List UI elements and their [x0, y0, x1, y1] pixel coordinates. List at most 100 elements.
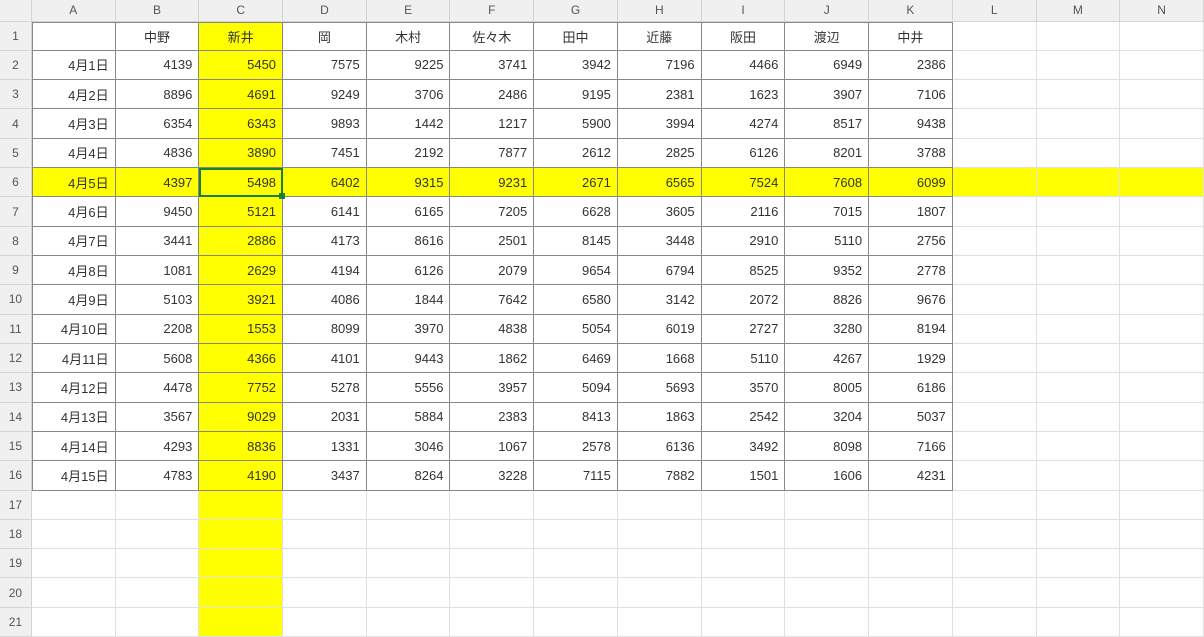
- cell-E4[interactable]: 1442: [367, 109, 451, 138]
- cell-C6[interactable]: 5498: [199, 168, 283, 197]
- cell-H21[interactable]: [618, 608, 702, 637]
- cell-J1[interactable]: 渡辺: [785, 22, 869, 51]
- cell-N15[interactable]: [1120, 432, 1204, 461]
- cell-E7[interactable]: 6165: [367, 197, 451, 226]
- column-header-G[interactable]: G: [534, 0, 618, 22]
- cell-A5[interactable]: 4月4日: [32, 139, 116, 168]
- cell-A7[interactable]: 4月6日: [32, 197, 116, 226]
- cell-M7[interactable]: [1037, 197, 1121, 226]
- cell-B13[interactable]: 4478: [116, 373, 200, 402]
- cell-F2[interactable]: 3741: [450, 51, 534, 80]
- cell-D6[interactable]: 6402: [283, 168, 367, 197]
- cell-L1[interactable]: [953, 22, 1037, 51]
- cell-B17[interactable]: [116, 491, 200, 520]
- cell-F11[interactable]: 4838: [450, 315, 534, 344]
- cell-A6[interactable]: 4月5日: [32, 168, 116, 197]
- column-header-C[interactable]: C: [199, 0, 283, 22]
- cell-H15[interactable]: 6136: [618, 432, 702, 461]
- row-header-16[interactable]: 16: [0, 461, 32, 490]
- cell-F4[interactable]: 1217: [450, 109, 534, 138]
- cell-I6[interactable]: 7524: [702, 168, 786, 197]
- cell-G19[interactable]: [534, 549, 618, 578]
- cell-E12[interactable]: 9443: [367, 344, 451, 373]
- cell-C9[interactable]: 2629: [199, 256, 283, 285]
- cell-J5[interactable]: 8201: [785, 139, 869, 168]
- cell-I9[interactable]: 8525: [702, 256, 786, 285]
- cell-E19[interactable]: [367, 549, 451, 578]
- cell-D10[interactable]: 4086: [283, 285, 367, 314]
- cell-K4[interactable]: 9438: [869, 109, 953, 138]
- cell-C2[interactable]: 5450: [199, 51, 283, 80]
- row-header-18[interactable]: 18: [0, 520, 32, 549]
- cell-L12[interactable]: [953, 344, 1037, 373]
- cell-B18[interactable]: [116, 520, 200, 549]
- row-header-17[interactable]: 17: [0, 491, 32, 520]
- cell-G1[interactable]: 田中: [534, 22, 618, 51]
- cell-N17[interactable]: [1120, 491, 1204, 520]
- cell-E10[interactable]: 1844: [367, 285, 451, 314]
- cell-K13[interactable]: 6186: [869, 373, 953, 402]
- cell-M11[interactable]: [1037, 315, 1121, 344]
- cell-I19[interactable]: [702, 549, 786, 578]
- cell-J13[interactable]: 8005: [785, 373, 869, 402]
- cell-N2[interactable]: [1120, 51, 1204, 80]
- cell-F9[interactable]: 2079: [450, 256, 534, 285]
- cell-G17[interactable]: [534, 491, 618, 520]
- cell-A2[interactable]: 4月1日: [32, 51, 116, 80]
- cell-A11[interactable]: 4月10日: [32, 315, 116, 344]
- cell-C1[interactable]: 新井: [199, 22, 283, 51]
- cell-E15[interactable]: 3046: [367, 432, 451, 461]
- cell-B3[interactable]: 8896: [116, 80, 200, 109]
- cell-M20[interactable]: [1037, 578, 1121, 607]
- cell-J12[interactable]: 4267: [785, 344, 869, 373]
- cell-G12[interactable]: 6469: [534, 344, 618, 373]
- row-header-11[interactable]: 11: [0, 315, 32, 344]
- cell-H12[interactable]: 1668: [618, 344, 702, 373]
- cell-A4[interactable]: 4月3日: [32, 109, 116, 138]
- cell-E14[interactable]: 5884: [367, 403, 451, 432]
- column-header-J[interactable]: J: [785, 0, 869, 22]
- cell-B15[interactable]: 4293: [116, 432, 200, 461]
- cell-H6[interactable]: 6565: [618, 168, 702, 197]
- cell-L19[interactable]: [953, 549, 1037, 578]
- cell-I1[interactable]: 阪田: [702, 22, 786, 51]
- cell-J21[interactable]: [785, 608, 869, 637]
- cell-G5[interactable]: 2612: [534, 139, 618, 168]
- cell-G14[interactable]: 8413: [534, 403, 618, 432]
- row-header-19[interactable]: 19: [0, 549, 32, 578]
- cell-C4[interactable]: 6343: [199, 109, 283, 138]
- cell-E8[interactable]: 8616: [367, 227, 451, 256]
- row-header-4[interactable]: 4: [0, 109, 32, 138]
- cell-C15[interactable]: 8836: [199, 432, 283, 461]
- cell-E21[interactable]: [367, 608, 451, 637]
- cell-B1[interactable]: 中野: [116, 22, 200, 51]
- cell-C16[interactable]: 4190: [199, 461, 283, 490]
- cell-J18[interactable]: [785, 520, 869, 549]
- column-header-M[interactable]: M: [1037, 0, 1121, 22]
- cell-H9[interactable]: 6794: [618, 256, 702, 285]
- cell-H19[interactable]: [618, 549, 702, 578]
- cell-I21[interactable]: [702, 608, 786, 637]
- cell-J2[interactable]: 6949: [785, 51, 869, 80]
- cell-C20[interactable]: [199, 578, 283, 607]
- cell-J10[interactable]: 8826: [785, 285, 869, 314]
- select-all-corner[interactable]: [0, 0, 32, 22]
- cell-F21[interactable]: [450, 608, 534, 637]
- column-header-D[interactable]: D: [283, 0, 367, 22]
- cell-I20[interactable]: [702, 578, 786, 607]
- cell-M2[interactable]: [1037, 51, 1121, 80]
- cell-I5[interactable]: 6126: [702, 139, 786, 168]
- cell-C19[interactable]: [199, 549, 283, 578]
- cell-K11[interactable]: 8194: [869, 315, 953, 344]
- cell-D11[interactable]: 8099: [283, 315, 367, 344]
- cell-H18[interactable]: [618, 520, 702, 549]
- cell-A3[interactable]: 4月2日: [32, 80, 116, 109]
- cell-L6[interactable]: [953, 168, 1037, 197]
- column-header-L[interactable]: L: [953, 0, 1037, 22]
- cell-M18[interactable]: [1037, 520, 1121, 549]
- cell-A13[interactable]: 4月12日: [32, 373, 116, 402]
- cell-F15[interactable]: 1067: [450, 432, 534, 461]
- cell-B6[interactable]: 4397: [116, 168, 200, 197]
- cell-I18[interactable]: [702, 520, 786, 549]
- cell-A21[interactable]: [32, 608, 116, 637]
